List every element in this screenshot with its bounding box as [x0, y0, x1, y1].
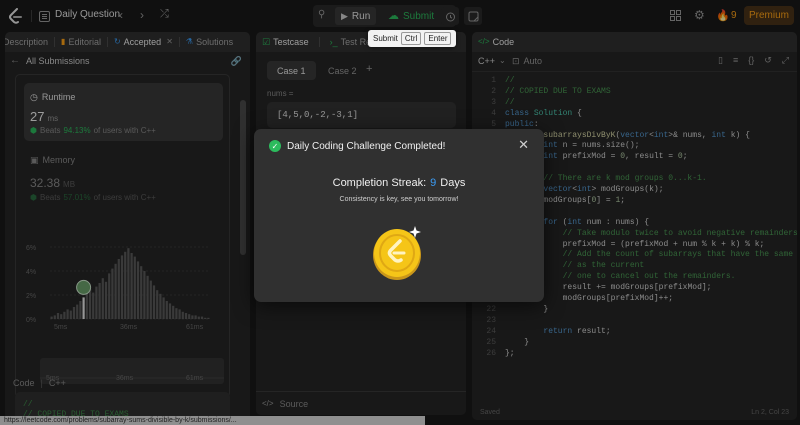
modal-title: Daily Coding Challenge Completed! — [287, 141, 446, 152]
submit-shortcut-tooltip: Submit Ctrl Enter — [368, 30, 457, 47]
streak-value: 9 — [430, 177, 437, 189]
streak-prefix: Completion Streak: — [332, 177, 427, 189]
gold-coin-icon — [373, 226, 421, 280]
challenge-completed-modal: ✓ Daily Coding Challenge Completed! ✕ Co… — [254, 129, 544, 302]
streak-suffix: Days — [440, 177, 466, 189]
kbd-key: Ctrl — [400, 32, 422, 45]
modal-subtitle: Consistency is key, see you tomorrow! — [339, 196, 459, 203]
streak-line: Completion Streak: 9 Days — [254, 177, 544, 189]
tooltip-label: Submit — [373, 34, 398, 43]
check-circle-icon: ✓ — [269, 140, 281, 152]
kbd-key: Enter — [424, 32, 452, 45]
close-icon[interactable]: ✕ — [518, 138, 529, 151]
